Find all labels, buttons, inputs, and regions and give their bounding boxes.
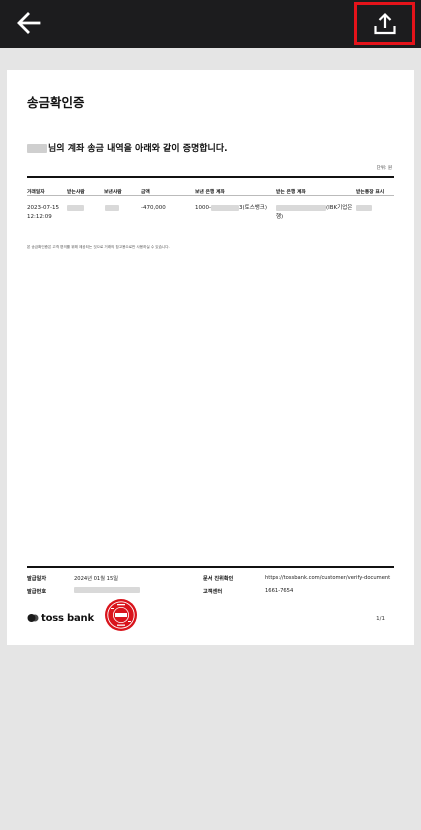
cell-amount: -470,000 (141, 205, 166, 211)
masked-recipient (67, 204, 84, 211)
toss-logo-icon (27, 614, 39, 622)
issue-number-value (74, 587, 140, 594)
cell-recv-account: (IBK기업은 행) (276, 204, 353, 220)
cell-send-account: 1000- 3(토스뱅크) (195, 204, 268, 211)
issue-number-label: 발급번호 (27, 589, 47, 595)
masked-recv-account (276, 204, 326, 211)
toss-bank-logo: toss bank (27, 612, 94, 624)
document-title: 송금확인증 (27, 95, 85, 110)
col-header-recv-account: 받는 은행 계좌 (276, 190, 306, 195)
cell-recipient (67, 204, 84, 213)
col-header-recv-display: 받는통장 표시 (356, 190, 385, 195)
masked-sender (105, 204, 119, 211)
official-seal-icon (105, 599, 137, 631)
masked-issue-number (74, 587, 140, 593)
arrow-left-icon[interactable] (14, 8, 44, 38)
customer-center-phone: 1661-7654 (265, 588, 294, 594)
table-top-rule (27, 176, 394, 178)
issue-date-value: 2024년 01월 15일 (74, 576, 119, 582)
brand-name: toss bank (41, 612, 94, 624)
masked-recv-display (356, 204, 372, 211)
share-highlight-box (354, 2, 415, 45)
unit-label: 단위: 원 (376, 166, 392, 171)
verify-url[interactable]: https://tossbank.com/customer/verify-doc… (265, 575, 390, 581)
masked-customer-name (27, 144, 47, 153)
verify-label: 문서 진위확인 (203, 576, 234, 582)
table-header-rule (27, 195, 394, 196)
col-header-recipient: 받는사람 (67, 190, 85, 195)
masked-send-account (210, 204, 239, 211)
col-header-sender: 보낸사람 (104, 190, 122, 195)
customer-center-label: 고객센터 (203, 589, 223, 595)
cell-recv-display (356, 204, 372, 213)
share-upload-icon[interactable] (373, 12, 397, 36)
usage-notice: 본 송금확인증은 고객 편의를 위해 제공되는 것으로 거래의 참고용으로만 사… (27, 245, 170, 249)
certificate-statement: 님의 계좌 송금 내역을 아래와 같이 증명합니다. (27, 141, 228, 154)
remittance-certificate: 송금확인증 님의 계좌 송금 내역을 아래와 같이 증명합니다. 단위: 원 거… (7, 70, 414, 645)
top-bar (0, 0, 421, 48)
col-header-date: 거래일자 (27, 190, 45, 195)
col-header-amount: 금액 (141, 190, 150, 195)
cell-sender (105, 204, 119, 213)
issue-date-label: 발급일자 (27, 576, 47, 582)
footer-rule (27, 566, 394, 568)
col-header-send-account: 보낸 은행 계좌 (195, 190, 225, 195)
page-number: 1/1 (376, 616, 385, 622)
cell-date: 2023-07-15 12:12:09 (27, 205, 59, 220)
